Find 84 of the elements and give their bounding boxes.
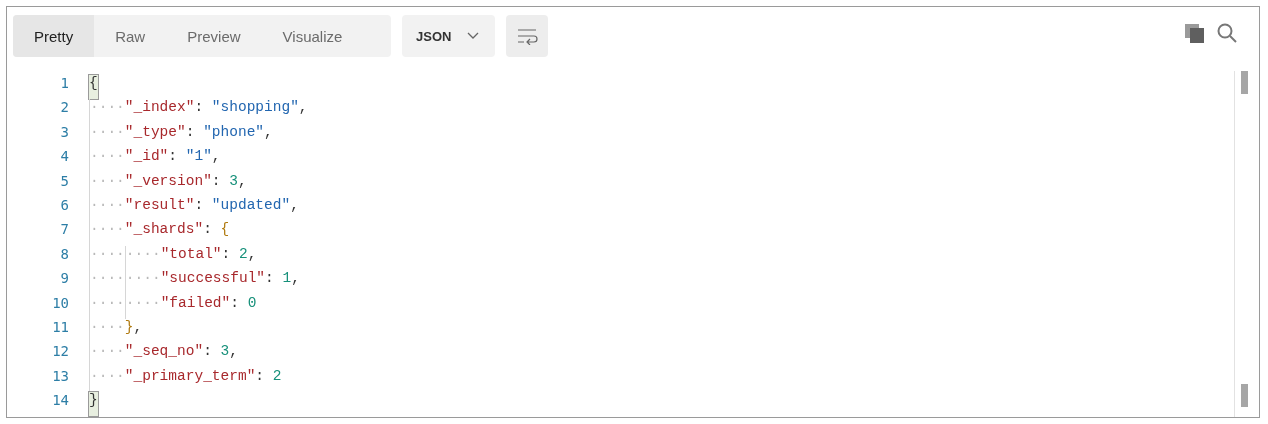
indent-dots: ···· <box>89 294 125 319</box>
json-string: "1" <box>185 148 212 167</box>
line-number: 5 <box>60 172 69 191</box>
punctuation: , <box>290 196 299 215</box>
json-number: 3 <box>229 172 238 191</box>
format-dropdown[interactable]: JSON <box>402 15 496 57</box>
copy-icon[interactable] <box>1185 23 1205 43</box>
view-tab[interactable]: Raw <box>94 15 167 57</box>
punctuation: , <box>237 172 247 191</box>
line-number: 10 <box>52 294 69 313</box>
indent-dots: ···· <box>124 245 161 271</box>
json-number: 2 <box>238 245 248 264</box>
line-number: 12 <box>52 343 69 362</box>
json-key: "successful" <box>160 270 266 295</box>
line-number: 6 <box>60 196 69 215</box>
view-tab[interactable]: Preview <box>166 15 262 57</box>
indent-dots: ···· <box>89 270 125 295</box>
punctuation: : <box>230 294 240 313</box>
indent-dots: ···· <box>124 270 161 295</box>
line-number: 13 <box>52 367 69 386</box>
punctuation: : <box>211 172 222 191</box>
json-number: 2 <box>272 367 282 386</box>
indent-dots: ···· <box>124 294 161 319</box>
json-number: 0 <box>247 294 257 313</box>
bracket: { <box>220 221 230 240</box>
json-number: 1 <box>282 270 292 289</box>
indent-dots: ···· <box>89 123 125 149</box>
view-tab[interactable]: Visualize <box>261 15 364 57</box>
line-number: 1 <box>60 75 69 93</box>
json-key: "_id" <box>124 148 169 173</box>
json-string: "shopping" <box>211 99 299 118</box>
indent-dots: ···· <box>89 343 125 368</box>
indent-dots: ···· <box>89 196 125 222</box>
matched-bracket: } <box>89 392 98 417</box>
json-key: "result" <box>124 196 195 222</box>
punctuation: : <box>203 343 213 362</box>
search-icon[interactable] <box>1217 23 1237 43</box>
wrap-lines-button[interactable] <box>506 15 549 57</box>
scrollbar[interactable] <box>1234 71 1245 417</box>
punctuation: , <box>133 318 143 337</box>
punctuation: , <box>264 123 273 142</box>
bracket: } <box>124 318 134 337</box>
view-tab[interactable]: Pretty <box>13 15 95 57</box>
indent-dots: ···· <box>89 221 125 246</box>
indent-dots: ···· <box>89 245 125 271</box>
punctuation: : <box>185 123 196 142</box>
line-number: 4 <box>60 148 69 167</box>
punctuation: : <box>194 196 205 215</box>
punctuation: , <box>211 148 221 167</box>
line-number: 11 <box>52 318 69 337</box>
json-key: "_primary_term" <box>124 367 256 393</box>
wrap-lines-icon <box>516 27 539 45</box>
line-number: 9 <box>60 270 69 289</box>
line-number: 8 <box>60 245 69 264</box>
matched-bracket: { <box>89 75 98 100</box>
punctuation: , <box>229 343 238 362</box>
json-key: "total" <box>160 245 222 271</box>
json-key: "_seq_no" <box>124 343 204 368</box>
indent-dots: ···· <box>89 318 125 344</box>
json-key: "_shards" <box>124 221 204 246</box>
json-key: "_type" <box>124 123 186 149</box>
json-key: "_index" <box>124 99 195 124</box>
punctuation: : <box>255 367 266 386</box>
indent-dots: ···· <box>89 99 125 124</box>
json-string: "phone" <box>203 123 265 142</box>
line-number: 2 <box>60 99 69 118</box>
punctuation: : <box>221 245 232 264</box>
line-number: 7 <box>60 221 69 240</box>
chevron-down-icon <box>467 32 480 40</box>
punctuation: : <box>203 221 213 240</box>
json-key: "failed" <box>160 294 231 319</box>
indent-dots: ···· <box>89 172 125 197</box>
punctuation: , <box>291 270 300 289</box>
punctuation: : <box>168 148 179 167</box>
line-number: 3 <box>60 123 69 142</box>
json-key: "_version" <box>124 172 212 197</box>
json-string: "updated" <box>211 196 291 215</box>
indent-dots: ···· <box>89 148 125 173</box>
punctuation: , <box>298 99 308 118</box>
json-number: 3 <box>220 343 230 362</box>
punctuation: , <box>247 245 257 264</box>
punctuation: : <box>265 270 275 289</box>
line-number: 14 <box>52 392 69 411</box>
punctuation: : <box>194 99 205 118</box>
